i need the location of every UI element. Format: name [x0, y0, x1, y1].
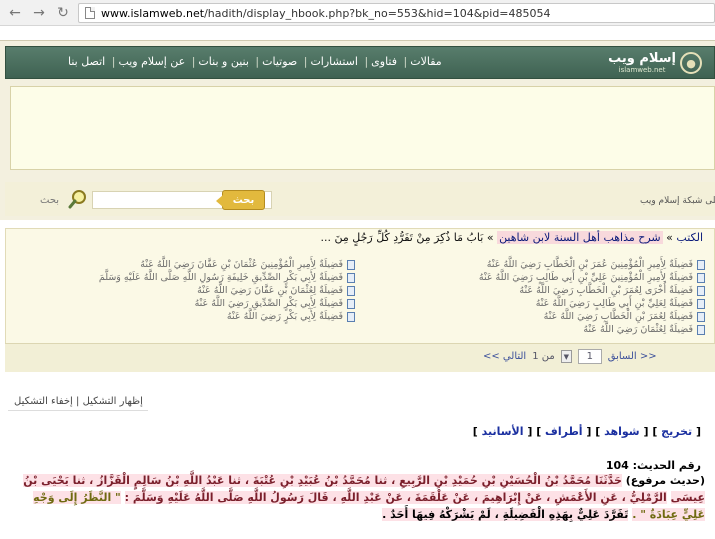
chapter-link[interactable]: فَضِيلَةٌ لِأَبِي بَكْرٍ الصِّدِّيقِ رَض…: [99, 297, 355, 310]
search-button-label: بحث: [232, 194, 255, 206]
hadith-text: (حديث مرفوع) حَدَّثَنَا مُحَمَّدُ بْنُ ا…: [10, 472, 705, 523]
asanid-link[interactable]: الأسانيد: [482, 425, 524, 438]
hadith-isnad-2[interactable]: الرَّمْلِيُّ ، عَنِ الأَعْمَشِ ، عَنْ إِ…: [124, 491, 667, 504]
pager-dropdown-icon[interactable]: ▼: [560, 350, 572, 363]
breadcrumb-chapter: بَابُ مَا ذُكِرَ مِنْ تَفَرُّدِ كُلِّ رَ…: [320, 231, 484, 244]
globe-icon: ●: [680, 52, 702, 74]
chapter-link[interactable]: فَضِيلَةٌ لِأَمِيرِ الْمُؤْمِنِينَ عُمَر…: [479, 258, 705, 271]
hadith-comment: تَفَرَّدَ عَلِيٌّ بِهَذِهِ الْفَضِيلَةِ …: [382, 508, 629, 521]
logo-arabic: إسلام ويب: [608, 51, 676, 66]
nav-contact[interactable]: اتصل بنا: [68, 55, 105, 68]
breadcrumb-books[interactable]: الكتب: [676, 231, 703, 244]
hide-tashkeel-link[interactable]: إخفاء التشكيل: [14, 396, 73, 407]
document-icon: [347, 311, 355, 322]
chapter-list-right: فَضِيلَةٌ لِأَمِيرِ الْمُؤْمِنِينَ عُمَر…: [479, 258, 705, 336]
atraf-link[interactable]: أطراف: [545, 425, 583, 438]
address-bar[interactable]: www.islamweb.net/hadith/display_hbook.ph…: [78, 3, 715, 23]
logo-english: islamweb.net: [618, 66, 666, 74]
url-domain: www.islamweb.net: [101, 6, 205, 20]
show-tashkeel-link[interactable]: إظهار التشكيل: [83, 396, 143, 407]
banner-area: [10, 86, 715, 170]
document-icon: [347, 259, 355, 270]
chapter-link[interactable]: فَضِيلَةٌ لِعُثْمَانَ بْنِ عَفَّانَ رَضِ…: [99, 284, 355, 297]
tashkeel-toggle: إظهار التشكيل | إخفاء التشكيل: [14, 396, 143, 407]
url-path: /hadith/display_hbook.php?bk_no=553&hid=…: [204, 6, 551, 20]
pager: << السابق 1 ▼ من 1 التالي >>: [483, 349, 657, 364]
nav-audio[interactable]: صوتيات: [262, 55, 297, 68]
site-logo[interactable]: إسلام ويب islamweb.net ●: [608, 50, 702, 76]
chapter-link[interactable]: فَضِيلَةٌ لِأَمِيرِ الْمُؤْمِنِينَ عُثْم…: [99, 258, 355, 271]
search-scope-text: على شبكة إسلام ويب: [640, 196, 715, 206]
pager-of-label: من 1: [532, 351, 555, 362]
main-nav: مقالات| فتاوى| استشارات| صوتيات| بنين و …: [68, 55, 442, 68]
chapter-list-left: فَضِيلَةٌ لِأَمِيرِ الْمُؤْمِنِينَ عُثْم…: [99, 258, 355, 323]
chapter-link[interactable]: فَضِيلَةٌ أُخْرَى لِعُمَرَ بْنِ الْخَطَّ…: [479, 284, 705, 297]
search-label: بحث: [40, 195, 60, 206]
document-icon: [347, 285, 355, 296]
document-icon: [697, 259, 705, 270]
hadith-tools: [ تخريج ] [ شواهد ] [ أطراف ] [ الأسانيد…: [472, 425, 701, 438]
chapter-link[interactable]: فَضِيلَةٌ لِأَبِي بَكْرٍ الصِّدِّيقِ خَل…: [99, 271, 355, 284]
hadith-number: رقم الحديث: 104: [605, 459, 701, 472]
document-icon: [347, 272, 355, 283]
divider: [8, 410, 148, 411]
document-icon: [697, 285, 705, 296]
magnifier-icon[interactable]: [67, 188, 89, 210]
nav-fatwa[interactable]: فتاوى: [371, 55, 397, 68]
url-text[interactable]: www.islamweb.net/hadith/display_hbook.ph…: [101, 7, 551, 20]
document-icon: [697, 272, 705, 283]
breadcrumb-book[interactable]: شرح مذاهب أهل السنة لابن شاهين: [497, 231, 663, 244]
top-nav-bar: مقالات| فتاوى| استشارات| صوتيات| بنين و …: [5, 46, 715, 79]
document-icon: [347, 298, 355, 309]
document-icon: [697, 324, 705, 335]
hadith-type: (حديث مرفوع): [625, 474, 705, 487]
document-icon: [697, 298, 705, 309]
nav-about[interactable]: عن إسلام ويب: [118, 55, 185, 68]
pager-prev[interactable]: << السابق: [608, 351, 657, 362]
pager-next[interactable]: التالي >>: [483, 351, 526, 362]
chapter-link[interactable]: فَضِيلَةٌ لِعَلِيِّ بْنِ أَبِي طَالِبٍ ر…: [479, 297, 705, 310]
breadcrumb: الكتب » شرح مذاهب أهل السنة لابن شاهين »…: [320, 231, 703, 244]
chapter-link[interactable]: فَضِيلَةٌ لِأَبِي بَكْرٍ رَضِيَ اللَّهُ …: [99, 310, 355, 323]
reload-icon[interactable]: ↻: [54, 4, 72, 22]
chapter-link[interactable]: فَضِيلَةٌ لِعُثْمَانَ رَضِيَ اللَّهُ عَن…: [479, 323, 705, 336]
nav-articles[interactable]: مقالات: [410, 55, 441, 68]
back-arrow-icon[interactable]: ←: [6, 4, 24, 22]
pager-page-input[interactable]: 1: [577, 349, 602, 364]
document-icon: [697, 311, 705, 322]
search-button[interactable]: بحث: [216, 190, 265, 210]
page-icon: [85, 7, 95, 19]
chapter-link[interactable]: فَضِيلَةٌ لِأَمِيرِ الْمُؤْمِنِينَ عَلِي…: [479, 271, 705, 284]
chapter-link[interactable]: فَضِيلَةٌ لِعُمَرَ بْنِ الْخَطَّابِ رَضِ…: [479, 310, 705, 323]
nav-consultations[interactable]: استشارات: [310, 55, 357, 68]
nav-boys-girls[interactable]: بنين و بنات: [198, 55, 248, 68]
takhrij-link[interactable]: تخريج: [661, 425, 692, 438]
shawahid-link[interactable]: شواهد: [604, 425, 639, 438]
forward-arrow-icon[interactable]: →: [30, 4, 48, 22]
